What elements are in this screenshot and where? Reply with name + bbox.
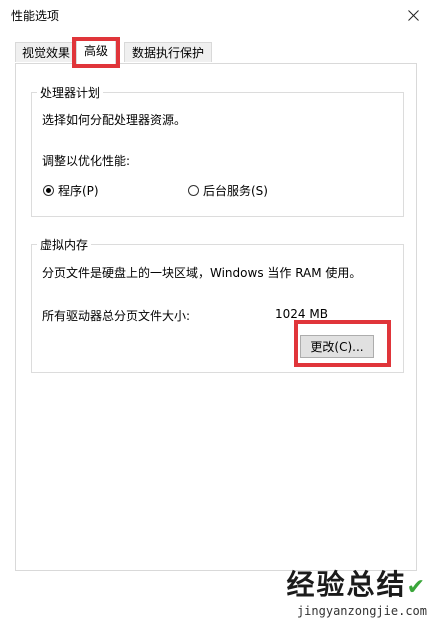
processor-scheduling-legend: 处理器计划 [40, 86, 101, 100]
title-bar: 性能选项 [0, 0, 435, 30]
close-icon [407, 9, 419, 21]
radio-background-services-indicator[interactable] [188, 185, 199, 196]
tab-data-execution-prevention[interactable]: 数据执行保护 [124, 42, 212, 62]
tab-visual-effects[interactable]: 视觉效果 [15, 42, 77, 62]
radio-programs[interactable]: 程序(P) [43, 182, 99, 199]
watermark-logo: 经验总结✔ [287, 569, 427, 604]
close-button[interactable] [399, 3, 427, 27]
watermark-url: jingyanzongjie.com [296, 604, 427, 618]
radio-background-services[interactable]: 后台服务(S) [188, 182, 268, 199]
total-paging-size-value: 1024 MB [275, 307, 328, 321]
change-button[interactable]: 更改(C)... [300, 335, 374, 358]
virtual-memory-group: 虚拟内存 分页文件是硬盘上的一块区域，Windows 当作 RAM 使用。 所有… [31, 236, 404, 373]
radio-programs-label: 程序(P) [58, 184, 99, 198]
radio-programs-indicator[interactable] [43, 185, 54, 196]
adjust-label: 调整以优化性能: [42, 154, 131, 168]
window-title: 性能选项 [11, 9, 60, 23]
radio-background-services-label: 后台服务(S) [203, 184, 268, 198]
tab-advanced[interactable]: 高级 [76, 38, 116, 64]
virtual-memory-description: 分页文件是硬盘上的一块区域，Windows 当作 RAM 使用。 [42, 266, 362, 280]
tab-content-panel: 处理器计划 选择如何分配处理器资源。 调整以优化性能: 程序(P) 后台服务(S… [15, 63, 417, 571]
processor-description: 选择如何分配处理器资源。 [42, 113, 187, 127]
watermark-logo-text: 经验总结 [286, 568, 407, 601]
watermark: 经验总结✔ jingyanzongjie.com [287, 569, 427, 619]
processor-scheduling-group: 处理器计划 选择如何分配处理器资源。 调整以优化性能: 程序(P) 后台服务(S… [31, 84, 404, 217]
check-icon: ✔ [406, 575, 427, 600]
total-paging-size-label: 所有驱动器总分页文件大小: [42, 309, 191, 323]
tab-bar: 视觉效果 高级 数据执行保护 [0, 38, 435, 64]
virtual-memory-legend: 虚拟内存 [40, 238, 89, 252]
